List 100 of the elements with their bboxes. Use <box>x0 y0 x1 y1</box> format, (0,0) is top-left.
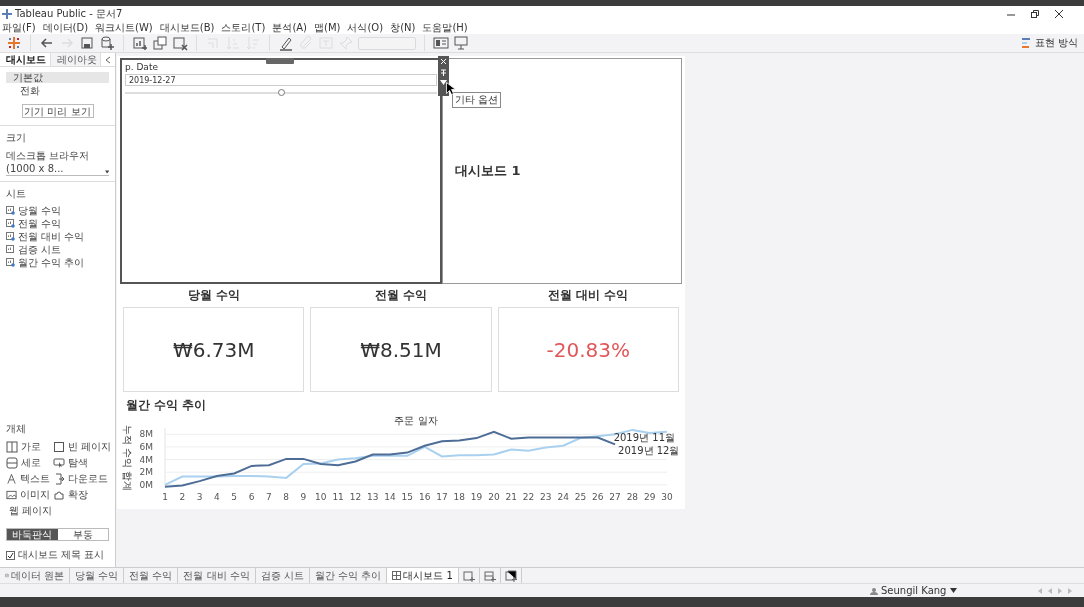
menu-item[interactable]: 대시보드(B) <box>159 20 215 35</box>
axis-tick-label: 26 <box>592 492 604 502</box>
sheet-tab[interactable]: 대시보드 1 <box>387 568 459 583</box>
menu-item[interactable]: 스토리(T) <box>221 20 266 35</box>
navigation-icon <box>53 457 65 469</box>
collapse-icon[interactable] <box>105 55 111 64</box>
axis-tick-label: 1 <box>162 492 168 502</box>
download-icon <box>53 473 65 485</box>
axis-tick-label: 7 <box>266 492 272 502</box>
axis-tick-label: 15 <box>401 492 414 502</box>
object-item[interactable]: 텍스트 <box>20 472 50 486</box>
series-label: 2019년 11월 <box>613 431 675 443</box>
section-heading: 크기 <box>6 131 27 145</box>
menu-item[interactable]: 창(N) <box>390 20 416 35</box>
chart-title: 월간 수익 추이 <box>126 397 208 414</box>
check-icon <box>7 551 14 559</box>
section-heading: 개체 <box>6 422 27 436</box>
new-sheet-icon[interactable] <box>462 569 475 582</box>
axis-tick-label: 2M <box>139 467 153 478</box>
database-add-icon[interactable] <box>99 35 115 51</box>
tooltip: 기타 옵션 <box>452 92 502 108</box>
presentation-icon[interactable] <box>453 35 469 51</box>
axis-tick-label: 20 <box>488 492 500 502</box>
axis-tick-label: 13 <box>367 492 379 502</box>
device-preview-button[interactable]: 기기 미리 보기 <box>21 104 94 118</box>
size-dropdown[interactable]: 데스크톱 브라우저(1000 x 8... <box>6 149 109 176</box>
device-item[interactable]: 기본값 <box>6 72 109 83</box>
menu-item[interactable]: 워크시트(W) <box>95 20 153 35</box>
object-item[interactable]: 확장 <box>68 488 88 502</box>
restore-icon[interactable] <box>1030 8 1040 19</box>
save-icon[interactable] <box>79 35 95 51</box>
axis-tick-label: 8 <box>283 492 290 502</box>
object-item[interactable]: 가로 <box>21 440 41 454</box>
axis-tick-label: 27 <box>609 492 621 502</box>
axis-tick-label: 5 <box>231 492 238 502</box>
show-me-label[interactable]: 표현 방식 <box>1034 36 1078 50</box>
menu-item[interactable]: 데이터(D) <box>42 20 89 35</box>
image-icon <box>6 489 17 501</box>
filter-panel[interactable]: p. Date 2019-12-27 <box>120 58 442 284</box>
close-icon[interactable] <box>1054 8 1064 19</box>
axis-tick-label: 12 <box>349 492 362 502</box>
chart-title: 주문 일자 <box>394 415 438 426</box>
clear-sheet-icon[interactable] <box>172 35 188 51</box>
object-item[interactable]: 이미지 <box>20 488 50 502</box>
slider-thumb[interactable] <box>278 89 285 96</box>
menu-item[interactable]: 맵(M) <box>314 20 341 35</box>
duplicate-icon[interactable] <box>152 35 168 51</box>
app-icon <box>2 8 12 19</box>
device-item[interactable]: 전화 <box>6 85 109 96</box>
cards-icon[interactable] <box>433 35 449 51</box>
axis-tick-label: 4 <box>214 492 220 502</box>
panel-tab[interactable]: 레이아웃 <box>50 53 101 66</box>
window-title: Tableau Public - 문서7 <box>15 6 124 21</box>
object-item[interactable]: 세로 <box>21 456 41 470</box>
section-heading: 시트 <box>6 187 27 201</box>
axis-tick-label: 19 <box>470 492 483 502</box>
object-item[interactable]: 빈 페이지 <box>68 440 112 454</box>
new-dashboard-icon[interactable] <box>483 569 496 582</box>
layout-mode-toggle[interactable]: 바둑판식 <box>7 529 58 540</box>
user-name[interactable]: Seungil Kang <box>881 585 947 596</box>
logo-icon[interactable] <box>6 35 22 51</box>
kpi-value: ₩8.51M <box>360 337 442 362</box>
axis-tick-label: 16 <box>418 492 431 502</box>
checkbox[interactable] <box>6 550 15 560</box>
text-icon <box>6 473 17 485</box>
menu-item[interactable]: 서식(O) <box>347 20 384 35</box>
sheet-item[interactable]: 전월 대비 수익 <box>18 231 85 242</box>
menu-item[interactable]: 도움말(H) <box>422 20 468 35</box>
axis-tick-label: 24 <box>557 492 569 502</box>
new-sheet-icon[interactable] <box>132 35 148 51</box>
axis-tick-label: 6M <box>139 441 153 452</box>
caret-icon[interactable] <box>950 588 957 593</box>
cursor-icon <box>446 82 455 95</box>
columns-icon <box>6 441 18 453</box>
checkbox-label[interactable]: 대시보드 제목 표시 <box>18 548 105 562</box>
highlighter-icon[interactable] <box>278 35 294 51</box>
axis-tick-label: 10 <box>315 492 327 502</box>
date-input-field[interactable]: 2019-12-27 <box>125 74 437 86</box>
drag-handle[interactable] <box>266 58 294 64</box>
filter-title: p. Date <box>125 62 159 72</box>
sheet-item[interactable]: 당월 수익 <box>18 205 62 216</box>
caret-icon[interactable] <box>440 80 447 85</box>
object-item[interactable]: 다운로드 <box>68 472 108 486</box>
new-story-icon[interactable] <box>504 569 517 582</box>
menu-item[interactable]: 분석(A) <box>272 20 308 35</box>
object-item[interactable]: 탐색 <box>68 456 88 470</box>
kpi-title: 전월 대비 수익 <box>548 287 629 303</box>
menu-item[interactable]: 파일(F) <box>2 20 36 35</box>
axis-title: 누적 수익 합계 <box>122 424 133 492</box>
sheet-item[interactable]: 월간 수익 추이 <box>18 257 85 268</box>
layout-mode-toggle[interactable]: 부동 <box>57 529 108 540</box>
axis-tick-label: 8M <box>139 429 153 440</box>
axis-tick-label: 0M <box>139 479 153 490</box>
sheet-item[interactable]: 검증 시트 <box>18 244 62 255</box>
axis-tick-label: 21 <box>505 492 517 502</box>
sheet-item[interactable]: 전월 수익 <box>18 218 62 229</box>
series-label: 2019년 12월 <box>618 445 680 457</box>
blank-page-icon <box>53 441 65 453</box>
axis-tick-label: 28 <box>626 492 639 502</box>
object-item[interactable]: 웹 페이지 <box>9 504 53 518</box>
